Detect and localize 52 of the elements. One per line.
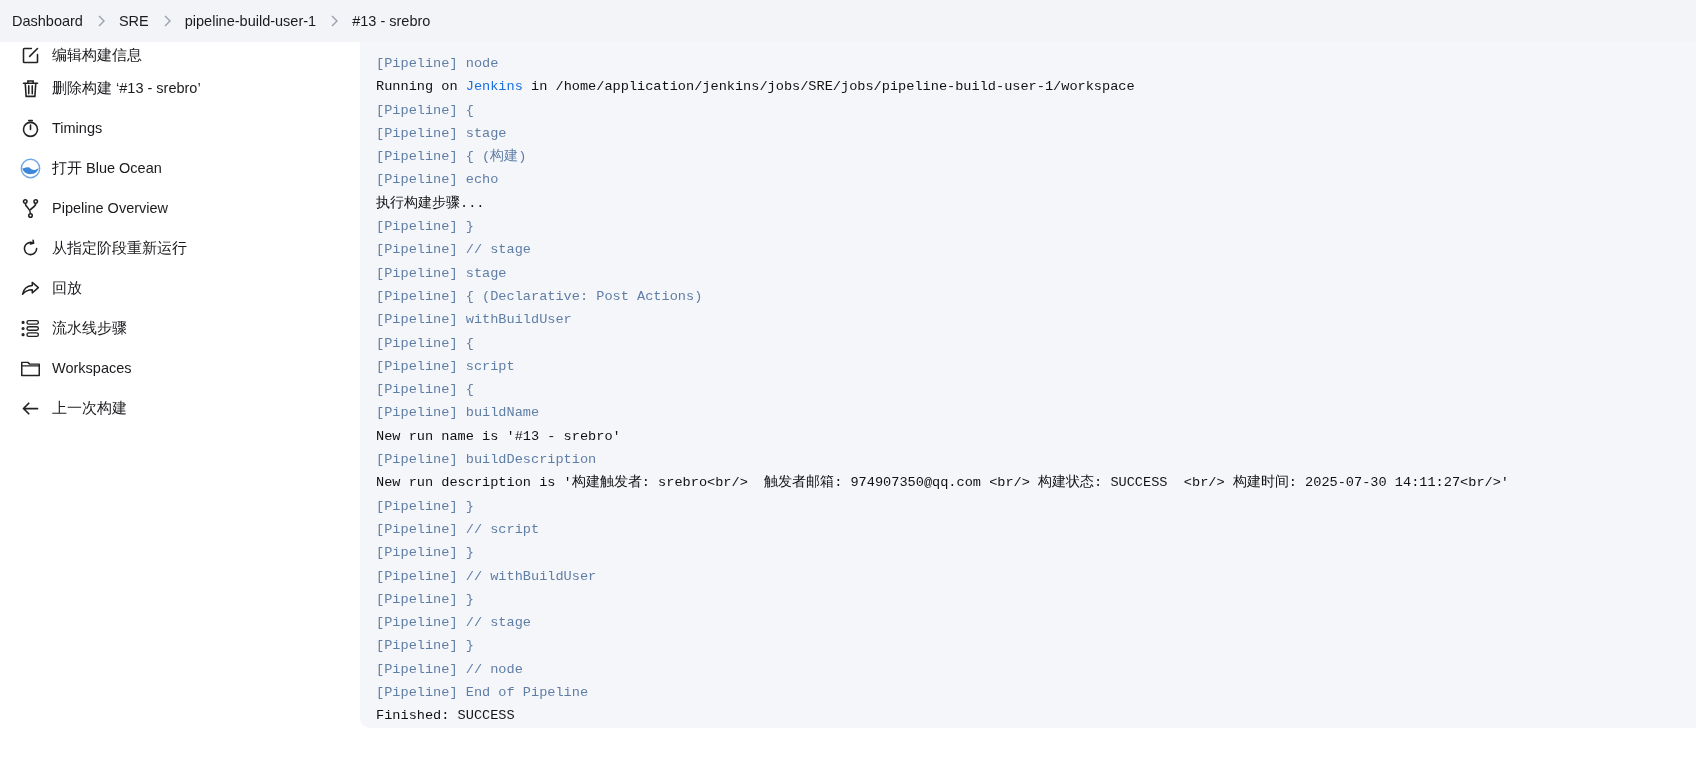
chevron-icon bbox=[162, 15, 171, 27]
breadcrumb-link[interactable]: #13 - srebro bbox=[352, 13, 431, 29]
ocean-icon bbox=[20, 157, 41, 179]
trash-icon bbox=[20, 77, 41, 99]
console-line: [Pipeline] stage bbox=[376, 264, 508, 283]
breadcrumb-link[interactable]: pipeline-build-user-1 bbox=[184, 13, 317, 29]
stopwatch-icon bbox=[20, 117, 41, 139]
console-line: [Pipeline] buildName bbox=[376, 404, 541, 423]
console-line: [Pipeline] { (构建) bbox=[376, 147, 528, 167]
console-line: [Pipeline] { bbox=[376, 101, 475, 120]
console-line: [Pipeline] } bbox=[376, 544, 475, 563]
console-line: [Pipeline] // stage bbox=[376, 614, 532, 633]
console-line: [Pipeline] } bbox=[376, 497, 475, 516]
sidebar-item[interactable]: 打开 Blue Ocean bbox=[0, 148, 360, 188]
sidebar-item[interactable]: 编辑构建信息 bbox=[0, 42, 360, 68]
breadcrumb-link[interactable]: Dashboard bbox=[12, 13, 83, 29]
breadcrumb-link[interactable]: SRE bbox=[118, 13, 149, 29]
console-line: [Pipeline] node bbox=[376, 55, 500, 73]
console-line: Running on Jenkins in /home/application/jenkins/jobs/SRE/jobs/pipeline-build-user-1/workspace bbox=[376, 78, 1136, 97]
console-line: [Pipeline] withBuildUser bbox=[376, 311, 573, 330]
console-line: New run description is '构建触发者: srebro<br/> 触发者邮箱: 974907350@qq.com <br/> 构建状态: SUCCESS <br/> 构建时间: 2025-07-30 14:11:27<br/>' bbox=[376, 473, 1511, 493]
console-line: [Pipeline] echo bbox=[376, 171, 500, 190]
console-line: [Pipeline] stage bbox=[376, 124, 508, 143]
sidebar-item[interactable]: Timings bbox=[0, 108, 360, 148]
console-line: Finished: SUCCESS bbox=[376, 707, 516, 726]
sidebar-item[interactable]: Pipeline Overview bbox=[0, 188, 360, 228]
console-line: [Pipeline] { bbox=[376, 381, 475, 400]
node-link[interactable]: Jenkins bbox=[465, 79, 523, 95]
console-line: [Pipeline] buildDescription bbox=[376, 451, 598, 470]
branch-icon bbox=[20, 197, 41, 219]
chevron-icon bbox=[96, 15, 105, 27]
console-line: [Pipeline] { (Declarative: Post Actions) bbox=[376, 287, 704, 306]
console-line: [Pipeline] // withBuildUser bbox=[376, 567, 598, 586]
list-icon bbox=[20, 317, 41, 339]
console-line: New run name is '#13 - srebro' bbox=[376, 427, 622, 446]
console-line: [Pipeline] } bbox=[376, 218, 475, 237]
console-line: [Pipeline] { bbox=[376, 334, 475, 353]
console-line: [Pipeline] script bbox=[376, 357, 516, 376]
chevron-icon bbox=[330, 15, 339, 27]
sidebar-item[interactable]: 流水线步骤 bbox=[0, 308, 360, 348]
console-line: [Pipeline] // stage bbox=[376, 241, 532, 260]
console-line: [Pipeline] } bbox=[376, 590, 475, 609]
sidebar-item[interactable]: 上一次构建 bbox=[0, 388, 360, 428]
sidebar-item[interactable]: 回放 bbox=[0, 268, 360, 308]
console-line: [Pipeline] // script bbox=[376, 520, 541, 539]
sidebar-item[interactable]: Workspaces bbox=[0, 348, 360, 388]
console-line: [Pipeline] // node bbox=[376, 660, 524, 679]
console-line: [Pipeline] } bbox=[376, 637, 475, 656]
sidebar-item[interactable]: 删除构建 ‘#13 - srebro’ bbox=[0, 68, 360, 108]
console-line: [Pipeline] End of Pipeline bbox=[376, 684, 590, 702]
console-line: 执行构建步骤... bbox=[376, 194, 486, 213]
sidebar-item[interactable]: 从指定阶段重新运行 bbox=[0, 228, 360, 268]
